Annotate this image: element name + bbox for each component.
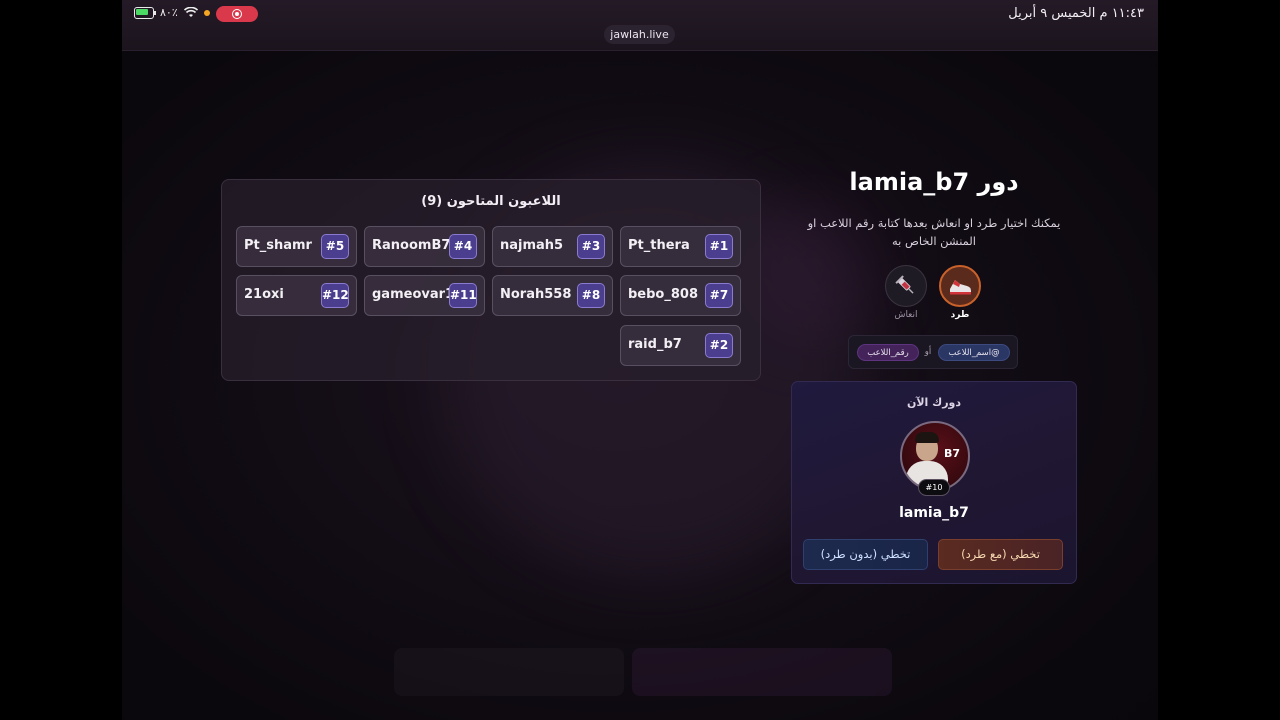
player-name: raid_b7 <box>628 337 682 352</box>
player-name: RanoomB7 <box>372 238 451 253</box>
player-number-badge: #8 <box>577 283 605 308</box>
turn-description: يمكنك اختيار طرد او انعاش بعدها كتابة رق… <box>807 216 1061 248</box>
record-icon <box>232 9 242 19</box>
battery-icon <box>134 6 156 19</box>
or-text: أو <box>924 347 932 357</box>
shoe-kick-icon <box>950 280 971 295</box>
mention-chip: @اسم_اللاعب <box>938 344 1010 361</box>
player-name: Pt_thera <box>628 238 690 253</box>
avatar-hair <box>915 432 939 443</box>
player-card[interactable]: najmah5 #3 <box>492 226 613 267</box>
kick-label: طرد <box>950 310 970 320</box>
player-name: najmah5 <box>500 238 564 253</box>
app-screen: ١١:٤٣ م الخميس ٩ أبريل ٨٠٪ jawlah.live ا… <box>122 0 1158 720</box>
player-number-badge: #11 <box>449 283 477 308</box>
screen-record-button[interactable] <box>216 6 258 22</box>
player-number-badge: #10 <box>918 479 950 496</box>
player-name: 21oxi <box>244 287 284 302</box>
player-card[interactable]: bebo_808 #7 <box>620 275 741 316</box>
number-chip: رقم_اللاعب <box>857 344 919 361</box>
kick-button[interactable] <box>939 265 981 307</box>
player-card[interactable]: Norah558 #8 <box>492 275 613 316</box>
status-icons: ٨٠٪ <box>134 6 210 19</box>
player-card[interactable]: Pt_shamr #5 <box>236 226 357 267</box>
status-time-date: ١١:٤٣ م الخميس ٩ أبريل <box>1008 6 1144 21</box>
revive-button[interactable] <box>885 265 927 307</box>
wifi-icon <box>183 7 198 17</box>
revive-label: انعاش <box>894 310 918 320</box>
player-name: Pt_shamr <box>244 238 312 253</box>
skip-without-kick-button[interactable]: تخطي (بدون طرد) <box>803 539 928 570</box>
available-players-panel: اللاعبون المتاحون (9) Pt_thera #1 najmah… <box>221 179 761 381</box>
player-number-badge: #3 <box>577 234 605 259</box>
player-number-badge: #12 <box>321 283 349 308</box>
background-button-left <box>394 648 624 696</box>
player-card[interactable]: RanoomB7 #4 <box>364 226 485 267</box>
player-card[interactable]: 21oxi #12 <box>236 275 357 316</box>
player-card[interactable]: gameovar12 #11 <box>364 275 485 316</box>
player-number-badge: #7 <box>705 283 733 308</box>
player-name: Norah558 <box>500 287 572 302</box>
syringe-icon <box>895 275 914 294</box>
skip-with-kick-button[interactable]: تخطي (مع طرد) <box>938 539 1063 570</box>
player-number-badge: #1 <box>705 234 733 259</box>
turn-title: دور lamia_b7 <box>849 168 1019 196</box>
input-hint-box: @اسم_اللاعب أو رقم_اللاعب <box>848 335 1018 369</box>
current-player-name: lamia_b7 <box>899 505 969 521</box>
avatar-logo-text: B7 <box>944 447 961 460</box>
current-turn-label: دورك الآن <box>906 396 962 409</box>
player-card[interactable]: raid_b7 #2 <box>620 325 741 366</box>
url-bar[interactable]: jawlah.live <box>604 25 675 44</box>
background-button-right <box>632 648 892 696</box>
player-name: bebo_808 <box>628 287 698 302</box>
player-number-badge: #5 <box>321 234 349 259</box>
panel-title: اللاعبون المتاحون (9) <box>421 194 561 209</box>
player-number-badge: #4 <box>449 234 477 259</box>
current-turn-card: دورك الآن B7 #10 lamia_b7 تخطي (مع طرد) … <box>791 381 1077 584</box>
privacy-indicator-icon <box>203 9 210 16</box>
player-number-badge: #2 <box>705 333 733 358</box>
battery-percent: ٨٠٪ <box>160 6 178 19</box>
status-bar: ١١:٤٣ م الخميس ٩ أبريل ٨٠٪ jawlah.live <box>122 0 1158 51</box>
player-card[interactable]: Pt_thera #1 <box>620 226 741 267</box>
